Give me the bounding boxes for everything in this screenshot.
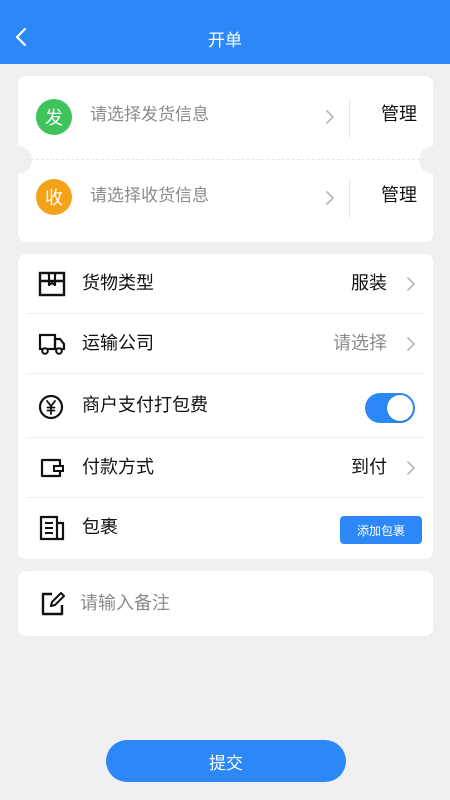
- wallet-icon: [38, 455, 66, 481]
- carrier-label: 运输公司: [82, 333, 154, 354]
- carrier-value: 请选择: [333, 333, 387, 354]
- package-icon: [38, 271, 66, 297]
- package-label: 包裹: [82, 517, 118, 538]
- truck-icon: [38, 331, 66, 357]
- note-card: [18, 571, 433, 636]
- chevron-right-icon: [322, 106, 338, 128]
- toggle-knob: [387, 395, 413, 421]
- add-package-button[interactable]: 添加包裹: [340, 516, 422, 544]
- sender-badge: 发: [36, 99, 72, 135]
- document-icon: [38, 515, 66, 541]
- page-title: 开单: [208, 31, 242, 51]
- receiver-badge: 收: [36, 179, 72, 215]
- pack-fee-label: 商户支付打包费: [82, 395, 208, 416]
- edit-icon: [40, 591, 66, 617]
- pack-fee-toggle[interactable]: [365, 393, 415, 423]
- sender-placeholder: 请选择发货信息: [90, 105, 209, 125]
- header-bar: 开单: [0, 0, 450, 64]
- receiver-placeholder: 请选择收货信息: [90, 186, 209, 206]
- cargo-type-value: 服装: [351, 273, 387, 294]
- submit-button[interactable]: 提交: [106, 740, 346, 782]
- carrier-row[interactable]: 运输公司 请选择: [18, 314, 433, 374]
- chevron-right-icon: [404, 334, 418, 354]
- note-input[interactable]: [80, 589, 410, 617]
- order-details-card: 货物类型 服装 运输公司 请选择 商户支付打包费 付款方式 到付 包裹 添加包裹: [18, 254, 433, 559]
- divider: [349, 98, 350, 138]
- cargo-type-label: 货物类型: [82, 273, 154, 294]
- chevron-right-icon: [404, 274, 418, 294]
- divider: [349, 178, 350, 218]
- payment-method-value: 到付: [351, 457, 387, 478]
- chevron-right-icon: [322, 187, 338, 209]
- sender-row[interactable]: 发 请选择发货信息 管理: [18, 76, 433, 160]
- payment-method-row[interactable]: 付款方式 到付: [18, 438, 433, 498]
- receiver-row[interactable]: 收 请选择收货信息 管理: [18, 160, 433, 244]
- address-card: 发 请选择发货信息 管理 收 请选择收货信息 管理: [4, 76, 447, 244]
- yen-icon: [38, 394, 66, 420]
- sender-manage-button[interactable]: 管理: [364, 102, 434, 128]
- payment-method-label: 付款方式: [82, 457, 154, 478]
- receiver-manage-button[interactable]: 管理: [364, 183, 434, 209]
- chevron-right-icon: [404, 458, 418, 478]
- pack-fee-row: 商户支付打包费: [18, 374, 433, 438]
- cargo-type-row[interactable]: 货物类型 服装: [18, 254, 433, 314]
